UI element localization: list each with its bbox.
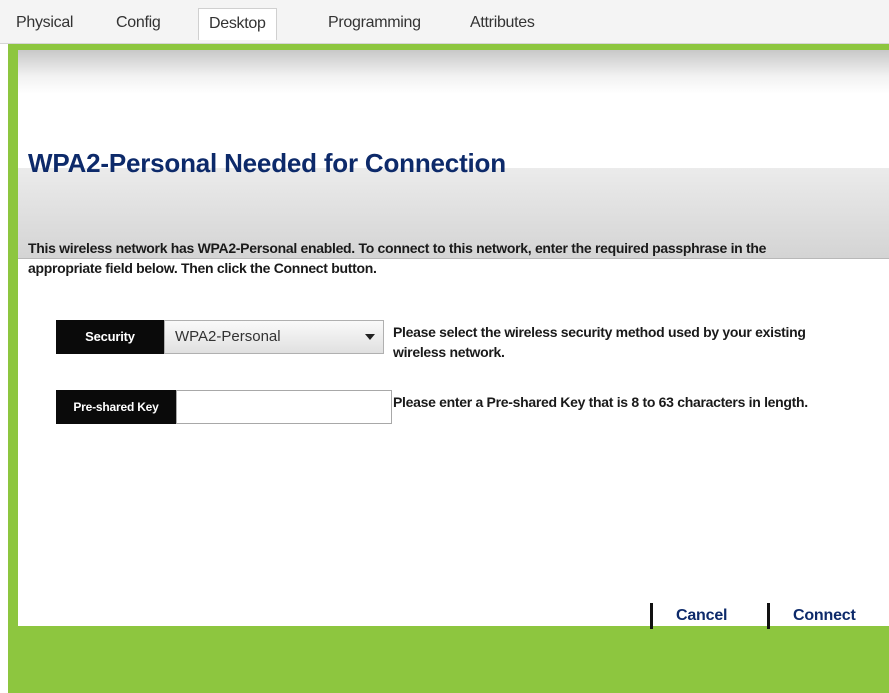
top-shade [18, 50, 889, 94]
description-text: This wireless network has WPA2-Personal … [28, 240, 767, 276]
security-select[interactable]: WPA2-Personal [164, 320, 384, 354]
tab-physical[interactable]: Physical [6, 8, 83, 40]
connect-button[interactable]: Connect [793, 607, 856, 625]
description-text-end: button. [327, 260, 377, 276]
psk-help-text: Please enter a Pre-shared Key that is 8 … [393, 394, 808, 410]
cancel-button[interactable]: Cancel [676, 607, 727, 625]
tab-bar: Physical Config Desktop Programming Attr… [0, 0, 889, 44]
psk-label: Pre-shared Key [56, 390, 176, 424]
dialog-description: This wireless network has WPA2-Personal … [28, 238, 818, 278]
description-connect-emphasis: Connect [273, 260, 328, 276]
footer-separator [650, 603, 653, 629]
tab-config[interactable]: Config [106, 8, 170, 40]
tab-desktop[interactable]: Desktop [198, 8, 277, 40]
security-selected-value: WPA2-Personal [175, 328, 281, 345]
security-help-text: Please select the wireless security meth… [393, 324, 806, 360]
footer-separator [767, 603, 770, 629]
psk-input[interactable] [176, 390, 392, 424]
dialog-title: WPA2-Personal Needed for Connection [28, 148, 506, 178]
tab-programming[interactable]: Programming [318, 8, 431, 40]
tab-attributes[interactable]: Attributes [460, 8, 545, 40]
desktop-frame [8, 44, 889, 693]
security-label: Security [56, 320, 164, 354]
chevron-down-icon [365, 334, 375, 340]
